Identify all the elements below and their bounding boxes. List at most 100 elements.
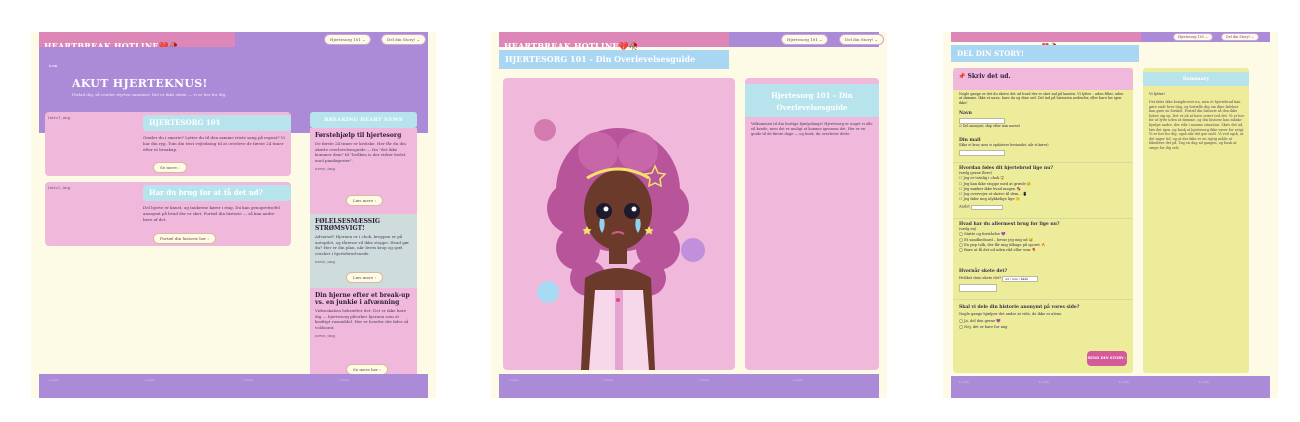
intro-card-button[interactable]: Se mere › [153, 162, 187, 173]
crying-girl-illustration [534, 119, 705, 370]
footer-link[interactable]: Lorem [509, 378, 519, 382]
news-image: news_img [315, 166, 336, 171]
nav-hjertesorg-button[interactable]: Hjertesorg 101 ⌄ [1173, 33, 1214, 41]
footer-link[interactable]: Lorem [145, 378, 155, 382]
hero-subtitle: Forlad dig, så vender styrten sammen! De… [72, 92, 227, 97]
summary-card: Summary Vi lytter! Det føles ikke kompli… [1143, 68, 1249, 373]
top-nav-bar: HEARTBREAK HOTLINE💔🥀 Hjertesorg 101 ⌄ De… [951, 32, 1270, 50]
intro-card-image: Intro2_img [48, 185, 71, 190]
date-section: Hvornår skete det? Hvilket dato skete de… [959, 268, 1127, 292]
publish-section: Skal vi dele din historie anonymt på vor… [959, 304, 1127, 330]
dress-stripe [615, 290, 623, 370]
nav-del-din-story-button[interactable]: Del din Story! ⌄ [381, 34, 426, 45]
news-read-more-button[interactable]: Læs mere › [346, 195, 384, 206]
name-section: Navn ☑ Del anonymt, skip efter min navne… [959, 110, 1127, 129]
option-label: Ja, del den gerne 💜 [964, 319, 1001, 324]
guide-side-card: Hjertesorg 101 – Din Overlevelsesguide V… [745, 78, 879, 370]
time-input[interactable] [959, 284, 997, 292]
intro-card-title: HJERTESORG 101 [143, 115, 291, 131]
option-label: Jeg mæker ikke hvad magen 🍫 [963, 186, 1021, 191]
option-label: Støtte og forståelse 💜 [964, 232, 1006, 237]
nav-hjertesorg-button[interactable]: Hjertesorg 101 ⌄ [781, 34, 829, 45]
top-nav-bar: HEARTBREAK HOTLINE💔🥀 Hjertesorg 101 ⌄ De… [39, 32, 428, 51]
form-header: 📌 Skriv det ud. [953, 68, 1133, 90]
summary-label: Vi lytter! [1149, 92, 1166, 96]
sidebar-title: BREAKING HEART NEWS [310, 112, 417, 128]
news-title[interactable]: FØLELSESMÆSSIG STRØMSVIGT! [315, 218, 412, 232]
footer: Lorem Lorem Lorem Lorem [951, 376, 1270, 398]
footer-link[interactable]: Lorem [699, 378, 709, 382]
option-label: Jeg kan ikke stoppe med at græde 😢 [963, 181, 1032, 186]
top-nav-bar: HEARTBREAK HOTLINE💔🥀 Hjertesorg 101 ⌄ De… [499, 32, 884, 51]
nav-del-din-story-button[interactable]: Del din Story! ⌄ [839, 34, 884, 45]
footer-link[interactable]: Lorem [243, 378, 253, 382]
footer-link[interactable]: Lorem [1119, 380, 1129, 384]
screen-home: HEARTBREAK HOTLINE💔🥀 Hjertesorg 101 ⌄ De… [31, 32, 436, 398]
option-label: Jeg føler mig ulykkelige lige 🙁 [963, 197, 1021, 202]
nav-del-din-story-button[interactable]: Del din Story! ⌄ [1221, 33, 1259, 41]
news-text: Advarsel! Hjernen er i chok, kroppen er … [315, 234, 410, 256]
left-eye [596, 203, 612, 219]
deco-circle-pink [534, 119, 556, 141]
brand-box: HEARTBREAK HOTLINE💔🥀 [499, 32, 729, 51]
guide-side-text: Velkommen til din hurtige hjælpslange! H… [751, 122, 873, 136]
option-label: En pep talk, der får mig tilbage på spor… [964, 242, 1046, 247]
footer: Lorem Lorem Lorem Lorem [499, 374, 879, 398]
footer-link[interactable]: Lorem [49, 378, 59, 382]
intro-card-del-story: Intro2_img Har du brug for at få det ud?… [45, 182, 291, 246]
option-label: Jeg overvejer at skrive til dem... 📱 [963, 192, 1028, 197]
footer-link[interactable]: Lorem [959, 380, 969, 384]
option-label: Bare at få det ud uden råd eller svar 🎈 [964, 248, 1037, 253]
news-image: news_img [315, 259, 336, 264]
hero-title: AKUT HJERTEKNUS! [72, 77, 208, 90]
option-label: Et sandhedsord – bevar jeg mig ud 😅 [964, 237, 1034, 242]
divider [953, 162, 1133, 163]
feeling-other: Andet [959, 203, 1127, 210]
feeling-section: Hvordan føles dit hjertebrud lige nu? (v… [959, 165, 1127, 210]
footer-link[interactable]: Lorem [603, 378, 613, 382]
brand-box: HEARTBREAK HOTLINE💔🥀 [39, 32, 235, 51]
hero-icon: icon [49, 63, 58, 68]
intro-card-text: Grøder du i smerte? Lytter du til den sa… [143, 135, 285, 152]
form-intro: Nogle gange er det du skrive det ud hvad… [959, 92, 1124, 105]
footer-link[interactable]: Lorem [339, 378, 349, 382]
news-title[interactable]: Førstehjælp til hjertesorg [315, 132, 412, 139]
footer-link[interactable]: Lorem [793, 378, 803, 382]
breaking-news-sidebar: BREAKING HEART NEWS Førstehjælp til hjer… [310, 112, 417, 389]
publish-question: Skal vi dele din historie anonymt på vor… [959, 305, 1080, 310]
divider [953, 299, 1133, 300]
news-title[interactable]: Din hjerne efter et break-up vs. en junk… [315, 292, 412, 306]
email-section: Din mail (Ikke et krav, men vi opdaterer… [959, 137, 1127, 157]
email-hint: (Ikke et krav, men vi opdaterer bestande… [959, 143, 1049, 147]
story-form: 📌 Skriv det ud. Nogle gange er det du sk… [953, 68, 1133, 373]
other-label: Andet [959, 204, 970, 209]
anonymous-checkbox[interactable]: ☑ Del anonymt, skip efter min navnet [959, 124, 1127, 129]
news-read-more-button[interactable]: Læs mere › [346, 272, 384, 283]
summary-title: Summary [1143, 72, 1249, 86]
publish-option-radio[interactable]: ◯ Nej, det er bare for mig [959, 325, 1127, 330]
intro-card-image: Intro1_img [48, 115, 71, 120]
send-story-button[interactable]: SEND DIN STORY › [1087, 351, 1127, 366]
news-item: Førstehjælp til hjertesorg De første 24 … [310, 128, 417, 214]
nav-hjertesorg-button[interactable]: Hjertesorg 101 ⌄ [324, 34, 372, 45]
summary-text: Det føles ikke kompliceret nu, men et hj… [1149, 100, 1245, 150]
page-title: DEL DIN STORY! [951, 45, 1139, 62]
intro-card-hjertesorg: Intro1_img HJERTESORG 101 Grøder du i sm… [45, 112, 291, 176]
name-label: Navn [959, 111, 972, 116]
intro-card-button[interactable]: Fortæl din historie her › [153, 233, 216, 244]
guide-side-title: Hjertesorg 101 – Din Overlevelsesguide [745, 84, 879, 117]
footer-link[interactable]: Lorem [1199, 380, 1209, 384]
other-input[interactable] [970, 204, 1003, 210]
news-text: De første 24 timer er kritiske. Her får … [315, 141, 406, 163]
need-option-radio[interactable]: ◯ Bare at få det ud uden råd eller svar … [959, 248, 1127, 253]
footer-link[interactable]: Lorem [1039, 380, 1049, 384]
email-input[interactable] [959, 150, 1005, 157]
news-text: Videnskaben bekræfter det: Det er ikke b… [315, 308, 409, 330]
page-title: HJERTESORG 101 - Din Overlevelsesguide [499, 50, 729, 69]
intro-card-text: Del hjerte er knust, og tankerne kører i… [143, 205, 280, 222]
option-label: Nej, det er bare for mig [964, 324, 1008, 329]
date-input[interactable]: dd / mm / åååå [1002, 276, 1039, 282]
footer: Lorem Lorem Lorem Lorem [39, 374, 428, 398]
face [584, 170, 652, 250]
right-eye [624, 203, 640, 219]
